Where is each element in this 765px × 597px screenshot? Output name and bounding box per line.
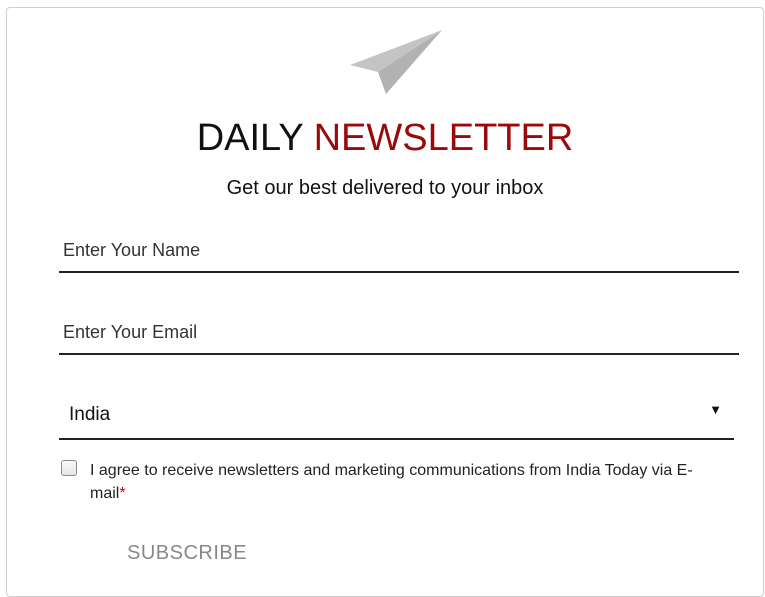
newsletter-title: DAILY NEWSLETTER	[7, 112, 763, 164]
newsletter-subtitle: Get our best delivered to your inbox	[226, 177, 544, 199]
title-accent: NEWSLETTER	[313, 117, 574, 159]
country-select[interactable]: India ▼	[59, 398, 734, 440]
consent-checkbox[interactable]	[61, 460, 77, 476]
subscribe-button[interactable]: SUBSCRIBE	[115, 536, 259, 571]
consent-text: I agree to receive newsletters and marke…	[90, 462, 693, 502]
newsletter-card: DAILY NEWSLETTER Get our best delivered …	[6, 7, 764, 597]
country-selected-value: India	[69, 404, 111, 425]
required-marker: *	[119, 485, 126, 502]
email-input[interactable]	[59, 317, 739, 355]
title-main: DAILY	[196, 117, 314, 159]
consent-label: I agree to receive newsletters and marke…	[90, 459, 730, 505]
paper-plane-icon	[350, 30, 442, 94]
name-input[interactable]	[59, 235, 739, 273]
dropdown-caret-icon: ▼	[709, 402, 722, 417]
